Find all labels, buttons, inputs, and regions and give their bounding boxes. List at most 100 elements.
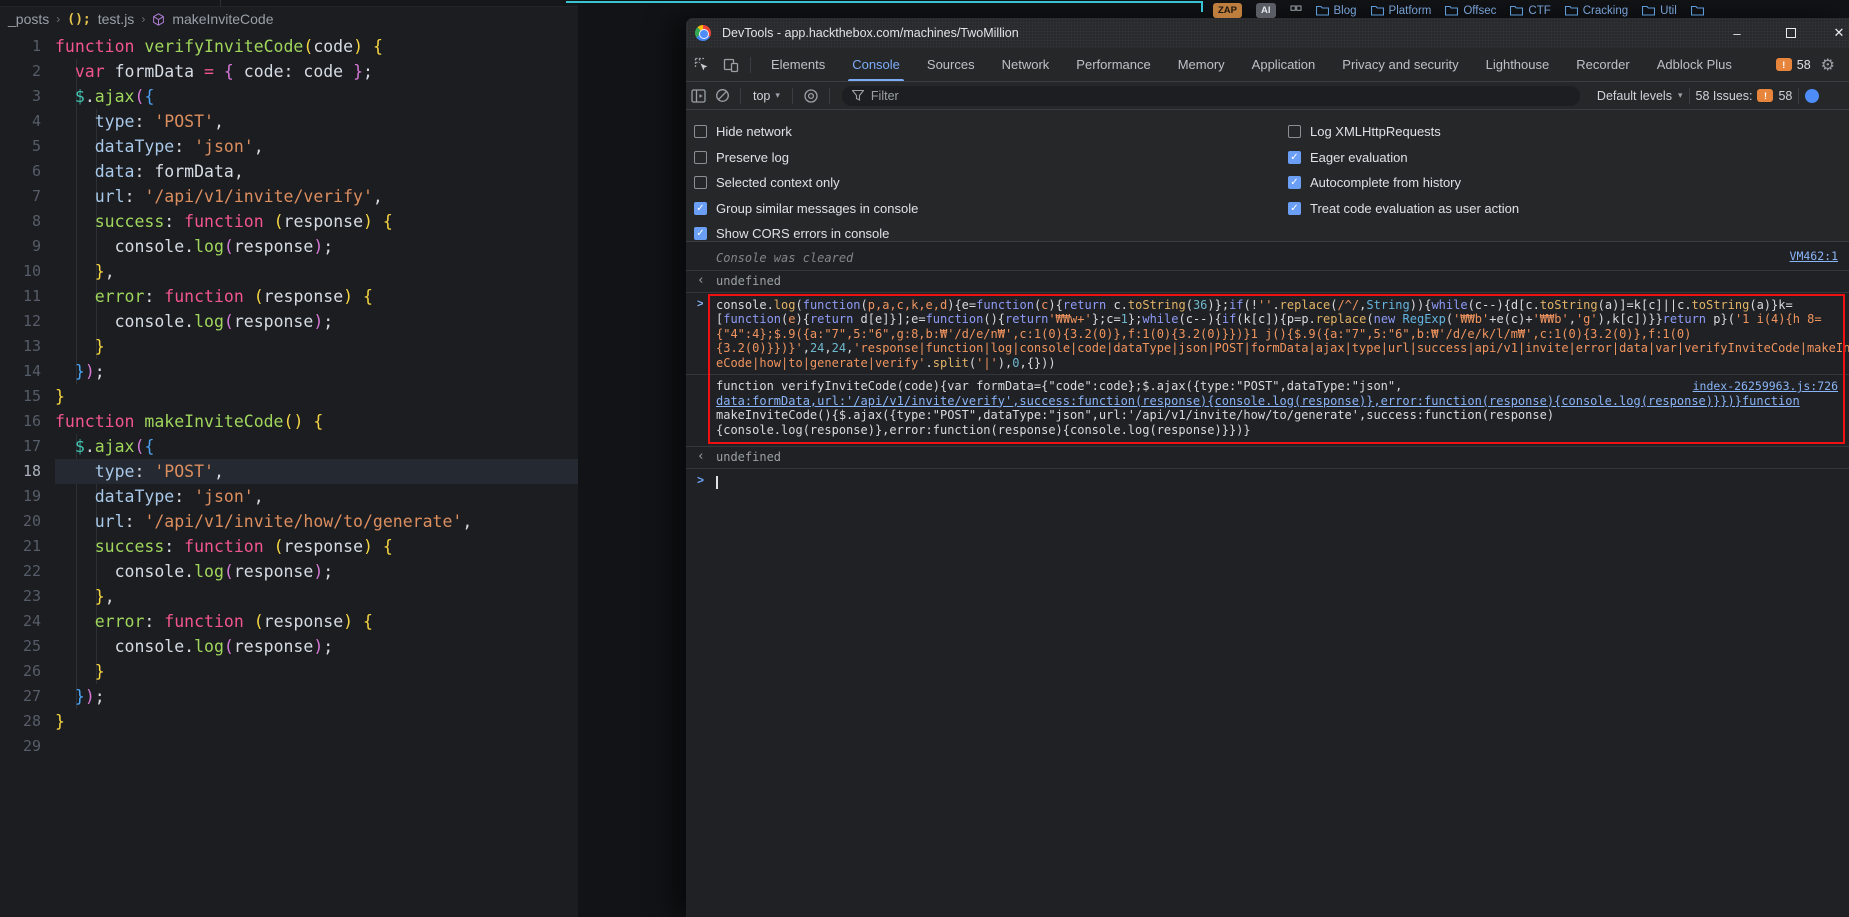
checkbox-checked-icon[interactable]: ✓ — [694, 227, 707, 240]
setting-group-similar-messages-in-console[interactable]: ✓Group similar messages in console — [694, 200, 918, 217]
code-line[interactable]: } — [55, 659, 578, 684]
maximize-button[interactable] — [1778, 18, 1804, 48]
code-line[interactable]: url: '/api/v1/invite/how/to/generate', — [55, 509, 578, 534]
code-line[interactable]: console.log(response); — [55, 234, 578, 259]
code-line[interactable]: var formData = { code: code }; — [55, 59, 578, 84]
bookmark-folder-blog[interactable]: Blog — [1316, 5, 1357, 17]
code-line[interactable]: console.log(response); — [55, 634, 578, 659]
tab-console[interactable]: Console — [852, 48, 900, 81]
code-line[interactable]: console.log(response); — [55, 559, 578, 584]
code-line[interactable] — [55, 734, 578, 759]
issues-counter[interactable]: ! 58 — [1776, 58, 1811, 72]
inspect-element-icon[interactable] — [689, 52, 715, 78]
code-line[interactable]: console.log(response); — [55, 309, 578, 334]
tab-sources[interactable]: Sources — [927, 48, 975, 81]
setting-show-cors-errors-in-console[interactable]: ✓Show CORS errors in console — [694, 225, 918, 242]
tab-performance[interactable]: Performance — [1076, 48, 1150, 81]
log-levels-selector[interactable]: Default levels ▾ — [1597, 89, 1683, 103]
close-button[interactable]: ✕ — [1829, 18, 1849, 48]
checkbox-unchecked-icon[interactable] — [1288, 125, 1301, 138]
settings-gear-icon[interactable]: ⚙ — [1821, 55, 1835, 75]
bookmark-badge-zap[interactable]: ZAP — [1213, 3, 1242, 18]
code-line[interactable]: error: function (response) { — [55, 284, 578, 309]
minimize-button[interactable]: – — [1724, 18, 1750, 48]
apps-grid-icon[interactable] — [1290, 5, 1302, 17]
console-output-area[interactable]: VM462:1 Console was cleared ‹ undefined … — [686, 242, 1849, 493]
code-line[interactable]: } — [55, 334, 578, 359]
code-line[interactable]: type: 'POST', — [55, 109, 578, 134]
bookmark-folder-ctf[interactable]: CTF — [1510, 5, 1550, 17]
breadcrumb-file[interactable]: test.js — [98, 11, 135, 27]
bookmark-folder[interactable] — [1691, 5, 1704, 16]
code-line[interactable]: $.ajax({ — [55, 434, 578, 459]
tab-network[interactable]: Network — [1002, 48, 1050, 81]
context-selector[interactable]: top ▾ — [747, 89, 786, 103]
code-line[interactable]: success: function (response) { — [55, 209, 578, 234]
bookmark-folder-util[interactable]: Util — [1642, 5, 1677, 17]
output-line-linkified[interactable]: data:formData,url:'/api/v1/invite/verify… — [716, 394, 1849, 409]
tab-recorder[interactable]: Recorder — [1576, 48, 1629, 81]
code-line[interactable]: }, — [55, 259, 578, 284]
issue-badge-icon: ! — [1776, 58, 1792, 71]
code-line[interactable]: url: '/api/v1/invite/verify', — [55, 184, 578, 209]
code-line[interactable]: dataType: 'json', — [55, 484, 578, 509]
code-line[interactable]: function makeInviteCode() { — [55, 409, 578, 434]
code-line[interactable]: data: formData, — [55, 159, 578, 184]
code-lines[interactable]: function verifyInviteCode(code) { var fo… — [55, 34, 578, 759]
line-number: 26 — [0, 659, 55, 684]
setting-treat-code-evaluation-as-user-action[interactable]: ✓Treat code evaluation as user action — [1288, 200, 1519, 217]
bookmark-folder-platform[interactable]: Platform — [1371, 5, 1432, 17]
setting-preserve-log[interactable]: Preserve log — [694, 149, 918, 166]
checkbox-unchecked-icon[interactable] — [694, 151, 707, 164]
code-line[interactable]: success: function (response) { — [55, 534, 578, 559]
code-line[interactable]: $.ajax({ — [55, 84, 578, 109]
issues-link[interactable]: 58 Issues: ! 58 — [1696, 89, 1793, 103]
filter-placeholder: Filter — [871, 89, 899, 103]
browser-bookmarks-bar[interactable]: ZAP AI Blog Platform Offsec CTF Cracking Util — [1213, 3, 1704, 18]
code-line[interactable]: } — [55, 384, 578, 409]
checkbox-unchecked-icon[interactable] — [694, 125, 707, 138]
setting-selected-context-only[interactable]: Selected context only — [694, 174, 918, 191]
devtools-title-bar[interactable]: DevTools - app.hackthebox.com/machines/T… — [686, 18, 1849, 48]
device-toolbar-icon[interactable] — [718, 52, 744, 78]
echo-code-line: {3.2(0)}})}',24,24,'response|function|lo… — [716, 341, 1849, 356]
tab-lighthouse[interactable]: Lighthouse — [1486, 48, 1550, 81]
breadcrumb-symbol[interactable]: makeInviteCode — [172, 11, 273, 27]
bookmark-folder-offsec[interactable]: Offsec — [1445, 5, 1496, 17]
setting-autocomplete-from-history[interactable]: ✓Autocomplete from history — [1288, 174, 1519, 191]
tab-memory[interactable]: Memory — [1178, 48, 1225, 81]
code-line[interactable]: function verifyInviteCode(code) { — [55, 34, 578, 59]
bookmark-badge-ai[interactable]: AI — [1256, 3, 1276, 18]
clear-console-icon[interactable] — [710, 85, 734, 107]
source-link[interactable]: index-26259963.js:726 — [1693, 379, 1838, 393]
checkbox-checked-icon[interactable]: ✓ — [1288, 202, 1301, 215]
setting-eager-evaluation[interactable]: ✓Eager evaluation — [1288, 149, 1519, 166]
code-line[interactable]: }, — [55, 584, 578, 609]
checkbox-checked-icon[interactable]: ✓ — [1288, 151, 1301, 164]
tab-privacy-and-security[interactable]: Privacy and security — [1342, 48, 1458, 81]
setting-log-xmlhttprequests[interactable]: Log XMLHttpRequests — [1288, 123, 1519, 140]
tab-adblock-plus[interactable]: Adblock Plus — [1657, 48, 1732, 81]
tab-elements[interactable]: Elements — [771, 48, 825, 81]
checkbox-checked-icon[interactable]: ✓ — [1288, 176, 1301, 189]
code-line[interactable]: type: 'POST', — [55, 459, 578, 484]
checkbox-checked-icon[interactable]: ✓ — [694, 202, 707, 215]
console-sidebar-icon[interactable] — [686, 85, 710, 107]
code-area[interactable]: 1234567891011121314151617181920212223242… — [0, 34, 578, 759]
console-prompt[interactable]: > — [686, 469, 1849, 493]
source-link[interactable]: VM462:1 — [1790, 249, 1838, 263]
tab-application[interactable]: Application — [1252, 48, 1316, 81]
code-line[interactable]: }); — [55, 359, 578, 384]
extension-icon[interactable] — [1805, 89, 1819, 103]
bookmark-folder-cracking[interactable]: Cracking — [1565, 5, 1628, 17]
checkbox-unchecked-icon[interactable] — [694, 176, 707, 189]
setting-hide-network[interactable]: Hide network — [694, 123, 918, 140]
code-line[interactable]: dataType: 'json', — [55, 134, 578, 159]
breadcrumb-folder[interactable]: _posts — [8, 11, 49, 27]
code-line[interactable]: error: function (response) { — [55, 609, 578, 634]
code-line[interactable]: }); — [55, 684, 578, 709]
live-expression-eye-icon[interactable] — [799, 85, 823, 107]
filter-input[interactable]: Filter — [842, 86, 1580, 106]
code-line[interactable]: } — [55, 709, 578, 734]
breadcrumb[interactable]: _posts › (); test.js › makeInviteCode — [8, 9, 273, 29]
